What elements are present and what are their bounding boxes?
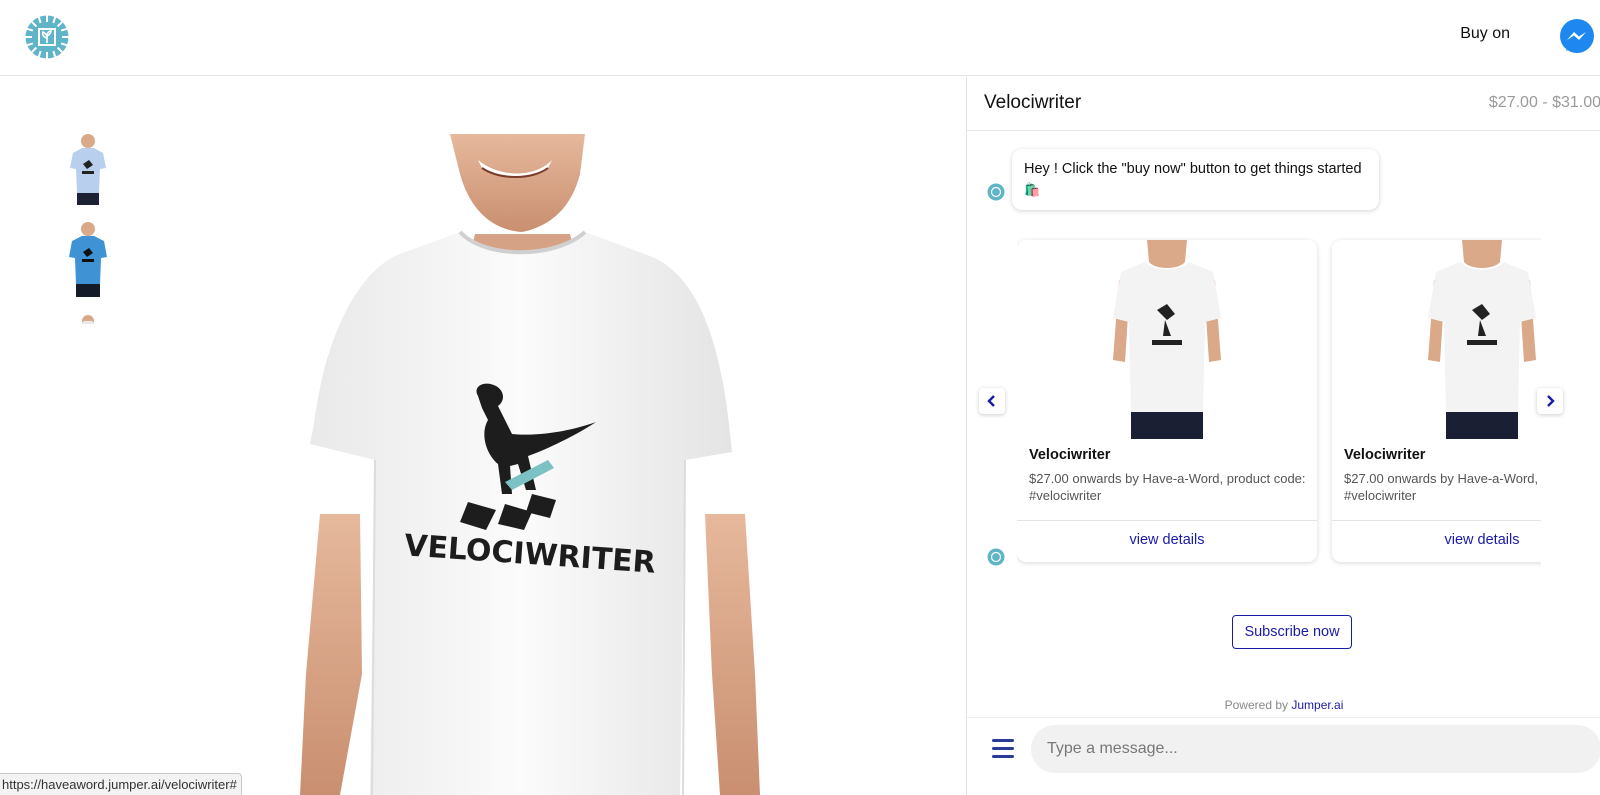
carousel-next-button[interactable] xyxy=(1537,388,1563,414)
product-card-image xyxy=(1332,240,1541,439)
product-thumbnail-white[interactable] xyxy=(62,312,114,324)
product-card: Velociwriter $27.00 onwards by Have-a-Wo… xyxy=(1017,240,1317,562)
buy-on-label: Buy on xyxy=(1460,25,1510,42)
message-input[interactable] xyxy=(1031,725,1600,773)
jumper-ai-link[interactable]: Jumper.ai xyxy=(1291,698,1343,712)
status-bar-url: https://haveaword.jumper.ai/velociwriter… xyxy=(0,773,242,795)
product-carousel: Velociwriter $27.00 onwards by Have-a-Wo… xyxy=(1017,237,1541,567)
chevron-left-icon xyxy=(987,395,995,407)
panel-header: Velociwriter $27.00 - $31.00 xyxy=(967,77,1600,131)
top-header: Buy on xyxy=(0,0,1600,76)
shopping-bag-emoji: 🛍️ xyxy=(1024,182,1041,197)
bot-avatar-icon xyxy=(987,548,1005,566)
card-divider xyxy=(1017,520,1317,521)
powered-by-footer: Powered by Jumper.ai xyxy=(967,698,1600,712)
card-divider xyxy=(1332,520,1541,521)
carousel-prev-button[interactable] xyxy=(979,388,1005,414)
product-gallery: VELOCIWRITER https://haveaword.jumper.ai… xyxy=(0,77,966,795)
bot-message-text: Hey ! Click the "buy now" button to get … xyxy=(1024,161,1362,177)
view-details-link[interactable]: view details xyxy=(1332,532,1541,548)
tshirt-thumbnail-icon xyxy=(62,133,114,205)
product-card-title: Velociwriter xyxy=(1344,447,1426,463)
bot-avatar-icon xyxy=(987,183,1005,201)
brand-logo-icon[interactable] xyxy=(24,14,70,60)
main-product-image: VELOCIWRITER xyxy=(300,134,760,795)
tshirt-model-image xyxy=(1332,240,1541,439)
product-price-range: $27.00 - $31.00 xyxy=(1488,94,1600,111)
product-title: Velociwriter xyxy=(984,92,1082,113)
bot-message-bubble: Hey ! Click the "buy now" button to get … xyxy=(1012,149,1379,210)
product-thumbnail-light-blue[interactable] xyxy=(62,133,114,205)
product-thumbnail-blue[interactable] xyxy=(62,221,114,297)
message-composer xyxy=(967,717,1600,795)
tshirt-model-image xyxy=(1017,240,1317,439)
product-card-title: Velociwriter xyxy=(1029,447,1111,463)
product-card-description: $27.00 onwards by Have-a-Word, product c… xyxy=(1029,471,1306,503)
product-card-image xyxy=(1017,240,1317,439)
subscribe-now-button[interactable]: Subscribe now xyxy=(1232,615,1352,649)
product-card: Velociwriter $27.00 onwards by Have-a-Wo… xyxy=(1332,240,1541,562)
chevron-right-icon xyxy=(1547,395,1555,407)
hamburger-menu-icon[interactable] xyxy=(992,739,1014,759)
tshirt-thumbnail-icon xyxy=(62,313,114,324)
product-card-description: $27.00 onwards by Have-a-Word, product c… xyxy=(1344,471,1541,503)
chat-panel: Velociwriter $27.00 - $31.00 Hey ! Click… xyxy=(966,77,1600,795)
powered-by-label: Powered by xyxy=(1224,698,1288,712)
view-details-link[interactable]: view details xyxy=(1017,532,1317,548)
messenger-icon[interactable] xyxy=(1558,18,1596,56)
tshirt-thumbnail-icon xyxy=(62,221,114,297)
tshirt-model-photo: VELOCIWRITER xyxy=(300,134,760,795)
